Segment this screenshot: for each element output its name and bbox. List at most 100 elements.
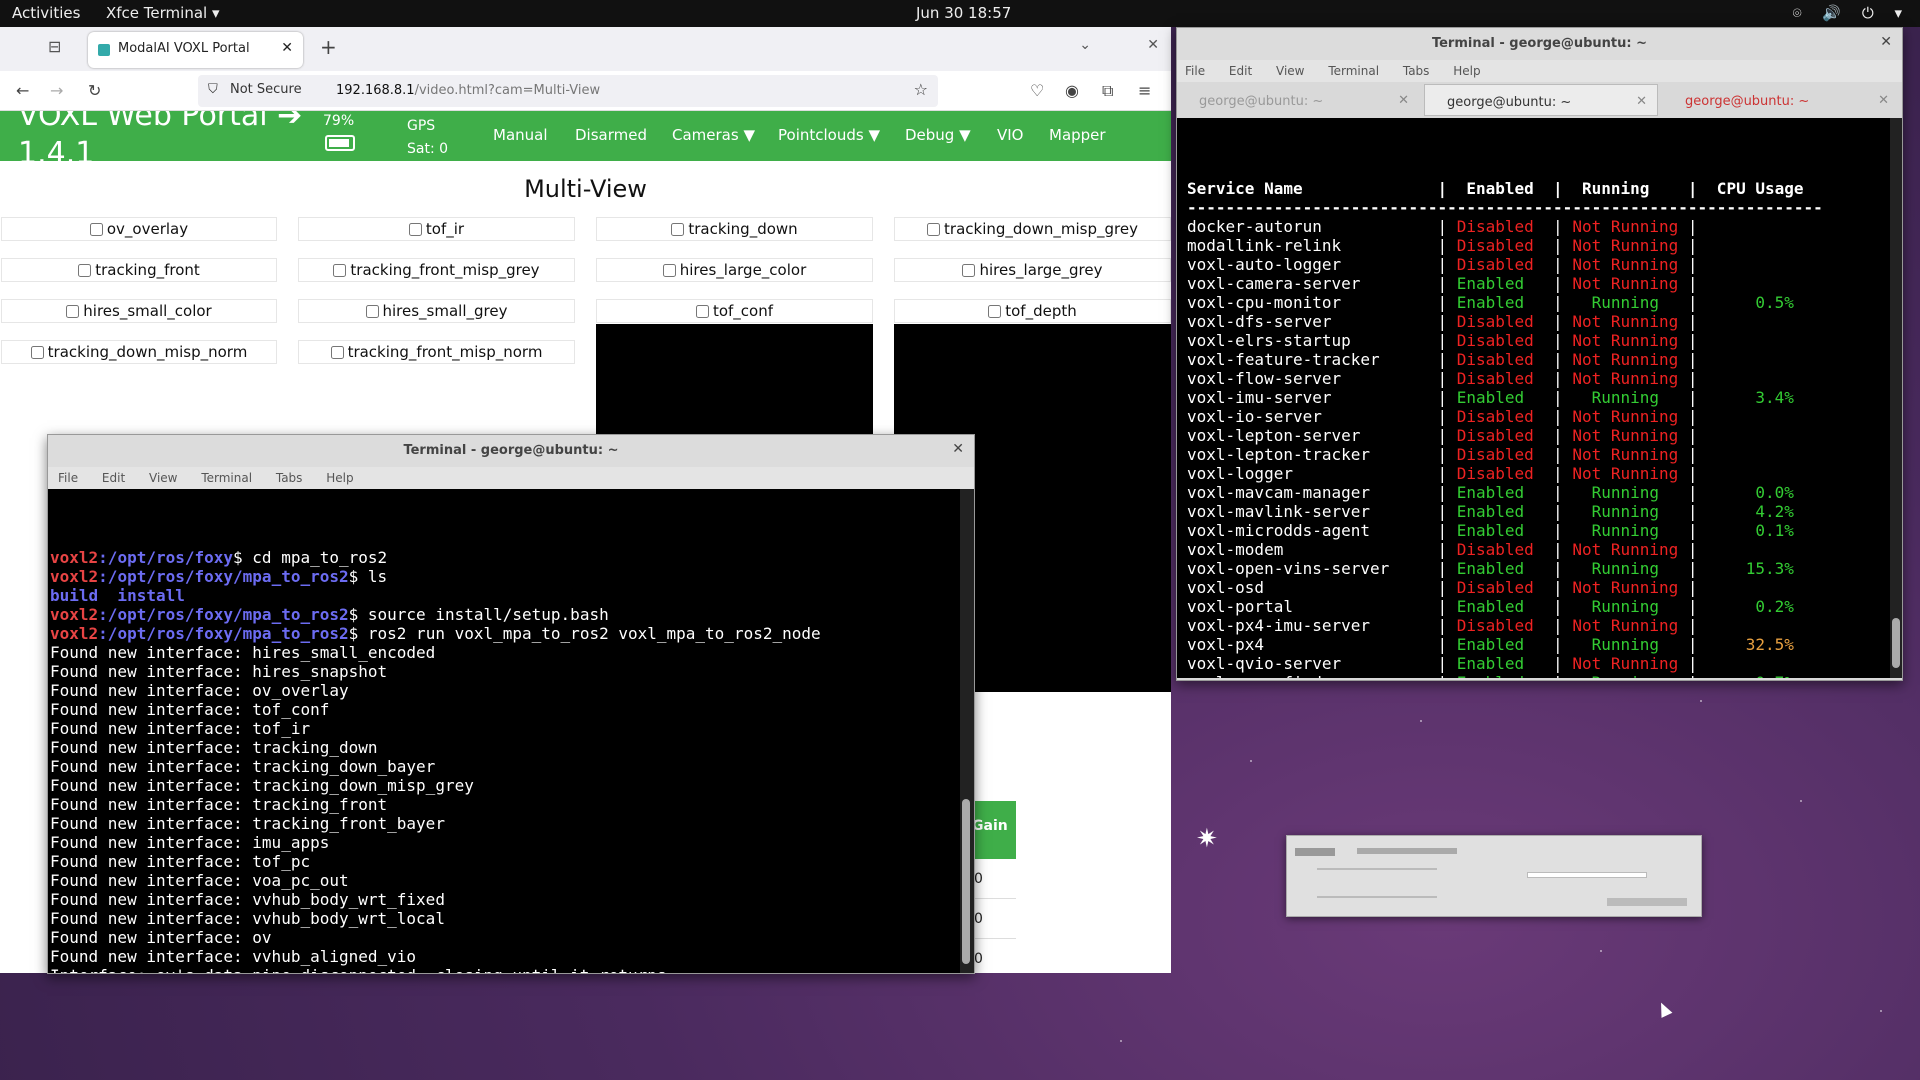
menu-view[interactable]: View — [149, 471, 177, 485]
terminal-titlebar[interactable]: Terminal - george@ubuntu: ~ ✕ — [48, 435, 974, 467]
camera-checkbox[interactable] — [988, 305, 1002, 318]
close-tab-icon[interactable]: ✕ — [1636, 94, 1647, 109]
camera-checkbox[interactable] — [365, 305, 379, 318]
menu-file[interactable]: File — [1185, 64, 1205, 78]
close-icon[interactable]: ✕ — [952, 441, 964, 457]
new-tab-button[interactable]: + — [320, 35, 337, 59]
tab-list-icon[interactable]: ⊟ — [48, 37, 61, 56]
nav-cameras[interactable]: Cameras ▼ — [672, 126, 755, 144]
not-secure-label[interactable]: Not Secure — [230, 82, 302, 97]
extensions-icon[interactable]: ⧉ — [1102, 81, 1113, 101]
camera-toggle[interactable]: hires_small_color — [1, 299, 277, 323]
service-row: voxl-flow-server | Disabled | Not Runnin… — [1187, 369, 1902, 388]
clock[interactable]: Jun 30 18:57 — [916, 4, 1011, 22]
service-name: voxl-imu-server — [1187, 388, 1438, 407]
col-sep: | — [1553, 255, 1573, 274]
camera-toggle[interactable]: tof_conf — [596, 299, 873, 323]
camera-toggle[interactable]: tracking_front_misp_grey — [298, 258, 575, 282]
terminal-tab[interactable]: george@ubuntu: ~ ✕ — [1663, 84, 1899, 116]
close-tab-icon[interactable]: ✕ — [1878, 93, 1889, 108]
url-host: 192.168.8.1 — [336, 83, 415, 98]
terminal-line: Found new interface: hires_snapshot — [50, 662, 974, 681]
camera-checkbox[interactable] — [330, 346, 344, 359]
camera-checkbox[interactable] — [89, 223, 103, 236]
camera-checkbox[interactable] — [927, 223, 941, 236]
nav-disarmed[interactable]: Disarmed — [575, 126, 647, 144]
account-icon[interactable]: ◉ — [1065, 81, 1079, 100]
menu-edit[interactable]: Edit — [1229, 64, 1252, 78]
camera-toggle[interactable]: hires_large_color — [596, 258, 873, 282]
back-icon[interactable]: ← — [16, 81, 29, 100]
close-icon[interactable]: ✕ — [1880, 34, 1892, 50]
camera-checkbox[interactable] — [333, 264, 347, 277]
browser-tab[interactable]: ModalAI VOXL Portal ✕ — [88, 32, 303, 68]
camera-checkbox[interactable] — [78, 264, 92, 277]
menu-tabs[interactable]: Tabs — [276, 471, 303, 485]
menu-file[interactable]: File — [58, 471, 78, 485]
menu-icon[interactable]: ≡ — [1138, 81, 1151, 100]
service-enabled: Enabled — [1456, 388, 1554, 407]
shield-icon[interactable]: ⛉ — [208, 82, 218, 97]
command-text: $ ls — [348, 567, 388, 586]
camera-toggle[interactable]: tracking_front — [1, 258, 277, 282]
url-text[interactable]: 192.168.8.1/video.html?cam=Multi-View — [336, 83, 600, 98]
nav-bar: ← → ↻ ⛉ Not Secure 192.168.8.1/video.htm… — [0, 71, 1171, 111]
terminal-tab[interactable]: george@ubuntu: ~ ✕ — [1177, 84, 1419, 116]
pocket-icon[interactable]: ♡ — [1030, 81, 1044, 100]
bookmark-star-icon[interactable]: ☆ — [914, 80, 928, 99]
camera-toggle[interactable]: tracking_down — [596, 217, 873, 241]
terminal-output[interactable]: voxl2:/opt/ros/foxy$ cd mpa_to_ros2 voxl2… — [48, 489, 974, 973]
camera-toggle[interactable]: ov_overlay — [1, 217, 277, 241]
menu-help[interactable]: Help — [1453, 64, 1480, 78]
portal-brand[interactable]: VOXL Web Portal ➔ 1.4.1 — [18, 111, 308, 161]
camera-toggle[interactable]: tracking_front_misp_norm — [298, 340, 575, 364]
service-row: voxl-cpu-monitor | Enabled | Running | 0… — [1187, 293, 1902, 312]
menu-view[interactable]: View — [1276, 64, 1304, 78]
menu-terminal[interactable]: Terminal — [201, 471, 252, 485]
scrollbar[interactable] — [960, 489, 974, 973]
nav-manual[interactable]: Manual — [493, 126, 548, 144]
service-row: voxl-px4-imu-server | Disabled | Not Run… — [1187, 616, 1902, 635]
close-tab-icon[interactable]: ✕ — [1398, 93, 1409, 108]
camera-toggle[interactable]: tof_ir — [298, 217, 575, 241]
system-tray[interactable]: ⌾ 🔊 ⏻ ▾ — [1793, 4, 1910, 22]
menu-edit[interactable]: Edit — [102, 471, 125, 485]
app-menu[interactable]: Xfce Terminal ▾ — [106, 4, 220, 22]
camera-checkbox[interactable] — [408, 223, 422, 236]
camera-checkbox[interactable] — [671, 223, 685, 236]
menu-tabs[interactable]: Tabs — [1403, 64, 1430, 78]
url-bar[interactable]: ⛉ Not Secure 192.168.8.1/video.html?cam=… — [198, 75, 938, 107]
terminal-line: Found new interface: ov_overlay — [50, 681, 974, 700]
camera-checkbox[interactable] — [962, 264, 976, 277]
camera-checkbox[interactable] — [66, 305, 80, 318]
camera-toggle[interactable]: tof_depth — [894, 299, 1171, 323]
menu-help[interactable]: Help — [326, 471, 353, 485]
terminal-line: Found new interface: vvhub_body_wrt_fixe… — [50, 890, 974, 909]
nav-mapper[interactable]: Mapper — [1049, 126, 1106, 144]
camera-toggle[interactable]: hires_large_grey — [894, 258, 1171, 282]
forward-icon[interactable]: → — [50, 81, 63, 100]
terminal-titlebar[interactable]: Terminal - george@ubuntu: ~ ✕ — [1177, 28, 1902, 60]
nav-pointclouds[interactable]: Pointclouds ▼ — [778, 126, 880, 144]
camera-toggle[interactable]: tracking_down_misp_norm — [1, 340, 277, 364]
activities-button[interactable]: Activities — [12, 4, 80, 22]
service-running: Not Running — [1572, 369, 1688, 388]
close-window-icon[interactable]: ✕ — [1147, 37, 1159, 53]
camera-toggle[interactable]: tracking_down_misp_grey — [894, 217, 1171, 241]
chevron-down-icon[interactable]: ⌄ — [1079, 37, 1091, 53]
nav-vio[interactable]: VIO — [997, 126, 1024, 144]
scrollbar[interactable] — [1890, 118, 1902, 678]
nav-debug[interactable]: Debug ▼ — [905, 126, 971, 144]
camera-checkbox[interactable] — [30, 346, 44, 359]
reload-icon[interactable]: ↻ — [88, 81, 101, 100]
terminal-tab-active[interactable]: george@ubuntu: ~ ✕ — [1424, 84, 1658, 116]
menu-terminal[interactable]: Terminal — [1328, 64, 1379, 78]
minimized-window-preview[interactable] — [1286, 835, 1702, 917]
camera-checkbox[interactable] — [662, 264, 676, 277]
prompt-user: voxl2 — [50, 548, 99, 567]
terminal-output[interactable]: Service Name | Enabled | Running | CPU U… — [1177, 118, 1902, 678]
camera-checkbox[interactable] — [695, 305, 709, 318]
col-sep: | — [1437, 464, 1457, 483]
camera-toggle[interactable]: hires_small_grey — [298, 299, 575, 323]
close-tab-icon[interactable]: ✕ — [281, 40, 293, 56]
